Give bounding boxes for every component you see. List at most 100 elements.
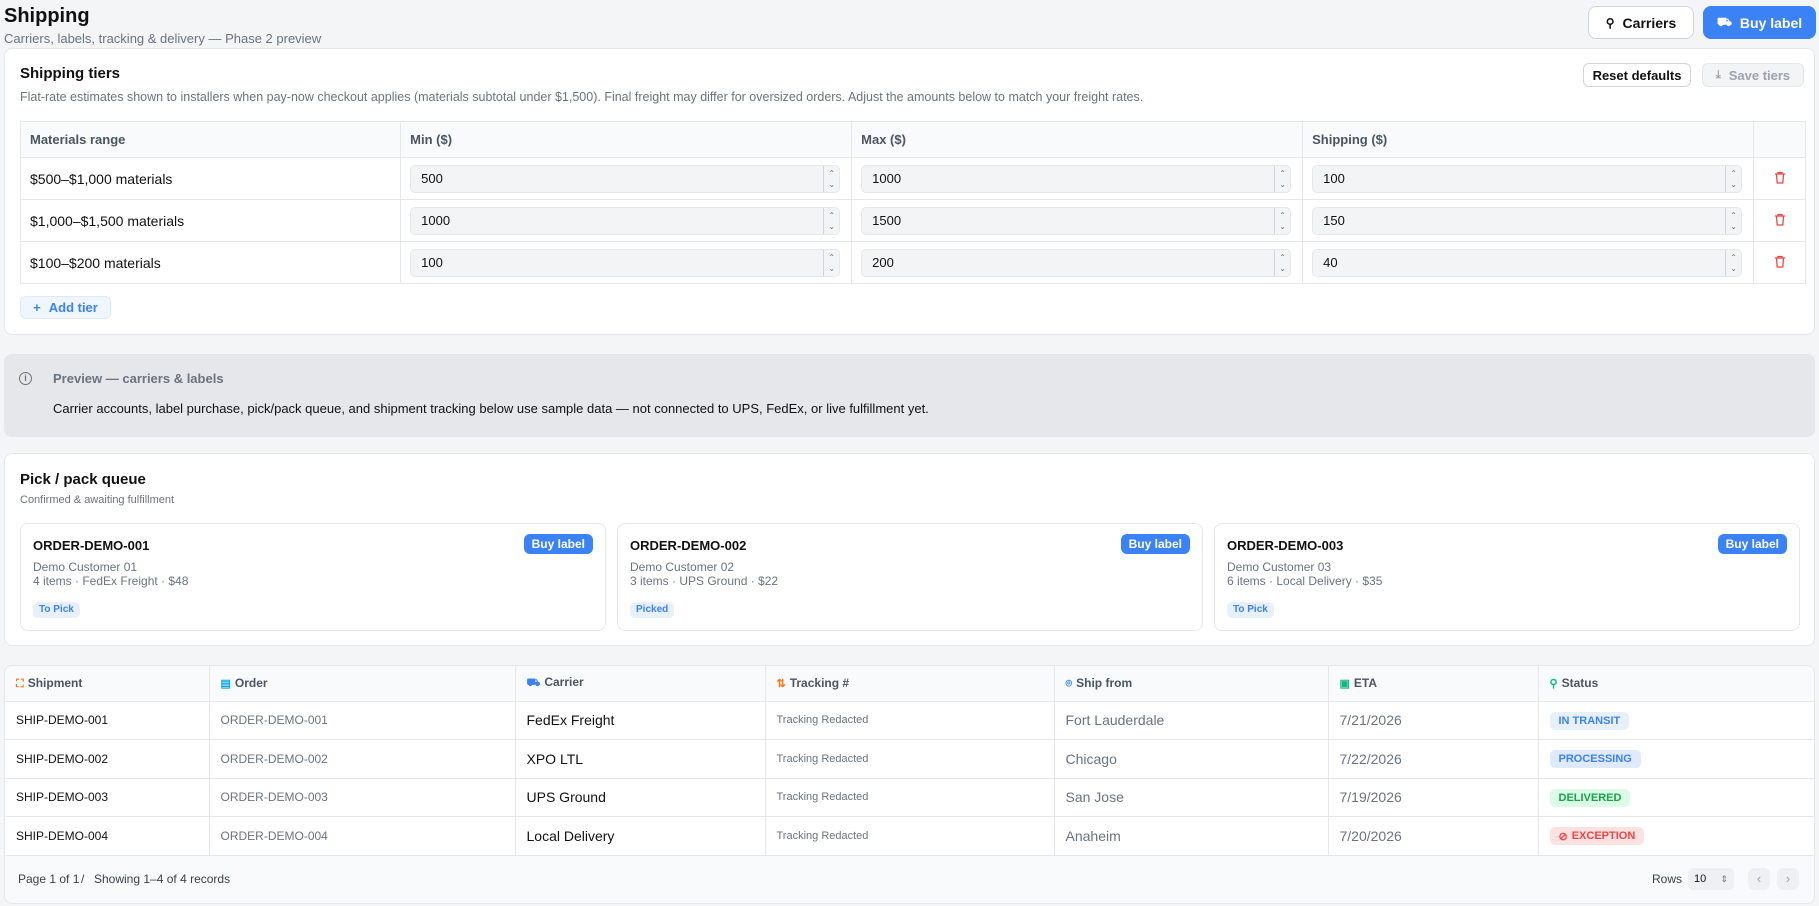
ship-from: San Jose — [1054, 778, 1329, 817]
tier-max-input[interactable]: 200 ⌃ ⌄ — [861, 248, 1292, 277]
stepper-icon[interactable]: ⌃ ⌄ — [823, 165, 839, 192]
trash-icon[interactable] — [1774, 255, 1786, 271]
plug-icon: ⚲ — [1605, 15, 1615, 30]
queue-customer: Demo Customer 02 — [630, 560, 735, 574]
package-icon: ⛶ — [16, 677, 24, 690]
buy-label-button-label: Buy label — [1739, 14, 1803, 31]
stepper-icon[interactable]: ⌃ ⌄ — [1725, 165, 1741, 192]
tier-shipping-input[interactable]: 40 ⌃ ⌄ — [1312, 248, 1743, 277]
status-cell: DELIVERED — [1538, 778, 1814, 817]
page-indicator: Page 1 of 1 — [18, 872, 80, 886]
column-header-label: Tracking # — [789, 676, 850, 691]
clipboard-icon: ▤ — [220, 678, 231, 691]
trash-icon[interactable] — [1774, 171, 1786, 187]
trash-icon[interactable] — [1774, 213, 1786, 229]
column-header-eta: ▣ ETA — [1328, 666, 1539, 702]
tier-shipping-cell: 40 ⌃ ⌄ — [1302, 241, 1755, 284]
pin-icon: ⚲ — [1549, 678, 1558, 691]
prev-page-button[interactable]: ‹ — [1748, 868, 1770, 890]
stepper-icon[interactable]: ⌃ ⌄ — [1725, 249, 1741, 276]
tier-min-input[interactable]: 100 ⌃ ⌄ — [410, 248, 841, 277]
add-tier-button[interactable]: + Add tier — [20, 296, 111, 319]
tier-shipping-value: 150 — [1323, 212, 1345, 228]
shipment-id: SHIP-DEMO-004 — [5, 816, 210, 856]
status-cell: PROCESSING — [1538, 739, 1814, 779]
status-badge: IN TRANSIT — [1549, 711, 1630, 730]
queue-order-id: ORDER-DEMO-001 — [33, 538, 150, 553]
queue-item-card[interactable]: ORDER-DEMO-001 Demo Customer 01 4 items … — [20, 523, 606, 631]
carrier: UPS Ground — [515, 778, 766, 817]
next-page-button[interactable]: › — [1777, 868, 1799, 890]
tier-min-cell: 1000 ⌃ ⌄ — [400, 199, 853, 242]
tier-actions-cell — [1753, 157, 1806, 200]
tier-min-input[interactable]: 1000 ⌃ ⌄ — [410, 206, 841, 235]
column-header-label: Status — [1561, 676, 1599, 691]
table-row[interactable]: SHIP-DEMO-004 ORDER-DEMO-004 Local Deliv… — [5, 816, 1814, 856]
queue-buy-label-button[interactable]: Buy label — [1717, 534, 1787, 554]
ship-from: Anaheim — [1054, 816, 1329, 856]
truck-icon: ⛟ — [526, 677, 541, 690]
stepper-icon[interactable]: ⌃ ⌄ — [1274, 165, 1290, 192]
pagination-bar: Page 1 of 1 / Showing 1–4 of 4 records R… — [5, 855, 1814, 903]
carrier: FedEx Freight — [515, 701, 766, 740]
tier-actions-cell — [1753, 199, 1806, 242]
tier-min-cell: 100 ⌃ ⌄ — [400, 241, 853, 284]
stepper-icon[interactable]: ⌃ ⌄ — [1725, 207, 1741, 234]
page-header: Shipping Carriers, labels, tracking & de… — [0, 0, 1819, 48]
table-row[interactable]: SHIP-DEMO-003 ORDER-DEMO-003 UPS Ground … — [5, 778, 1814, 817]
queue-item-card[interactable]: ORDER-DEMO-003 Demo Customer 03 6 items … — [1214, 523, 1800, 631]
status-label: EXCEPTION — [1571, 830, 1636, 842]
tier-shipping-cell: 100 ⌃ ⌄ — [1302, 157, 1755, 200]
tier-max-cell: 1500 ⌃ ⌄ — [851, 199, 1304, 242]
column-header-order: ▤ Order — [209, 666, 516, 702]
table-row[interactable]: SHIP-DEMO-002 ORDER-DEMO-002 XPO LTL Tra… — [5, 739, 1814, 779]
column-header-actions — [1753, 121, 1806, 158]
tier-range: $500–$1,000 materials — [19, 157, 402, 200]
table-row[interactable]: SHIP-DEMO-001 ORDER-DEMO-001 FedEx Freig… — [5, 701, 1814, 740]
tier-shipping-input[interactable]: 100 ⌃ ⌄ — [1312, 164, 1743, 193]
tracking-number: Tracking Redacted — [765, 816, 1055, 856]
column-header: Materials range — [19, 121, 402, 158]
stepper-icon[interactable]: ⌃ ⌄ — [1274, 249, 1290, 276]
calendar-icon: ▣ — [1339, 678, 1350, 691]
records-count: Showing 1–4 of 4 records — [94, 872, 231, 886]
rows-per-page-select[interactable]: 10 ⇕ — [1688, 868, 1734, 890]
tier-row: $100–$200 materials 100 ⌃ ⌄ 200 ⌃ ⌄ 40 ⌃ ⌄ — [19, 241, 1806, 284]
queue-title: Pick / pack queue — [20, 471, 146, 488]
shipping-tiers-description: Flat-rate estimates shown to installers … — [20, 90, 1144, 104]
download-icon: ⤓ — [1715, 68, 1721, 81]
pagination-separator: / — [81, 872, 85, 886]
save-tiers-label: Save tiers — [1728, 67, 1791, 83]
save-tiers-button[interactable]: ⤓ Save tiers — [1702, 63, 1804, 87]
reset-defaults-button[interactable]: Reset defaults — [1583, 63, 1691, 87]
tier-range: $1,000–$1,500 materials — [19, 199, 402, 242]
stepper-icon[interactable]: ⌃ ⌄ — [1274, 207, 1290, 234]
eta: 7/21/2026 — [1328, 701, 1539, 740]
preview-title: Preview — carriers & labels — [53, 371, 224, 386]
tier-max-input[interactable]: 1500 ⌃ ⌄ — [861, 206, 1292, 235]
carriers-button[interactable]: ⚲ Carriers — [1588, 6, 1694, 39]
tier-max-input[interactable]: 1000 ⌃ ⌄ — [861, 164, 1292, 193]
shipping-tiers-title: Shipping tiers — [20, 65, 121, 82]
queue-buy-label-button[interactable]: Buy label — [1120, 534, 1190, 554]
info-icon: i — [19, 372, 32, 385]
tier-min-input[interactable]: 500 ⌃ ⌄ — [410, 164, 841, 193]
queue-buy-label-button[interactable]: Buy label — [523, 534, 593, 554]
stepper-icon[interactable]: ⌃ ⌄ — [823, 249, 839, 276]
shipping-tiers-table: Materials range Min ($) Max ($) Shipping… — [19, 121, 1806, 284]
queue-order-id: ORDER-DEMO-003 — [1227, 538, 1344, 553]
queue-status-badge: Picked — [630, 602, 675, 618]
tier-min-value: 500 — [421, 170, 443, 186]
status-cell: IN TRANSIT — [1538, 701, 1814, 740]
tier-shipping-input[interactable]: 150 ⌃ ⌄ — [1312, 206, 1743, 235]
queue-meta: 6 items · Local Delivery · $35 — [1227, 574, 1383, 588]
stepper-icon[interactable]: ⌃ ⌄ — [823, 207, 839, 234]
rows-label: Rows — [1652, 872, 1683, 886]
buy-label-button[interactable]: ⛟ Buy label — [1703, 6, 1816, 39]
shipping-tiers-card: Shipping tiers Flat-rate estimates shown… — [4, 48, 1815, 335]
column-header: Shipping ($) — [1302, 121, 1755, 158]
column-header: Min ($) — [400, 121, 853, 158]
tier-max-cell: 1000 ⌃ ⌄ — [851, 157, 1304, 200]
queue-item-card[interactable]: ORDER-DEMO-002 Demo Customer 02 3 items … — [617, 523, 1203, 631]
chevron-updown-icon: ⇕ — [1720, 874, 1728, 884]
